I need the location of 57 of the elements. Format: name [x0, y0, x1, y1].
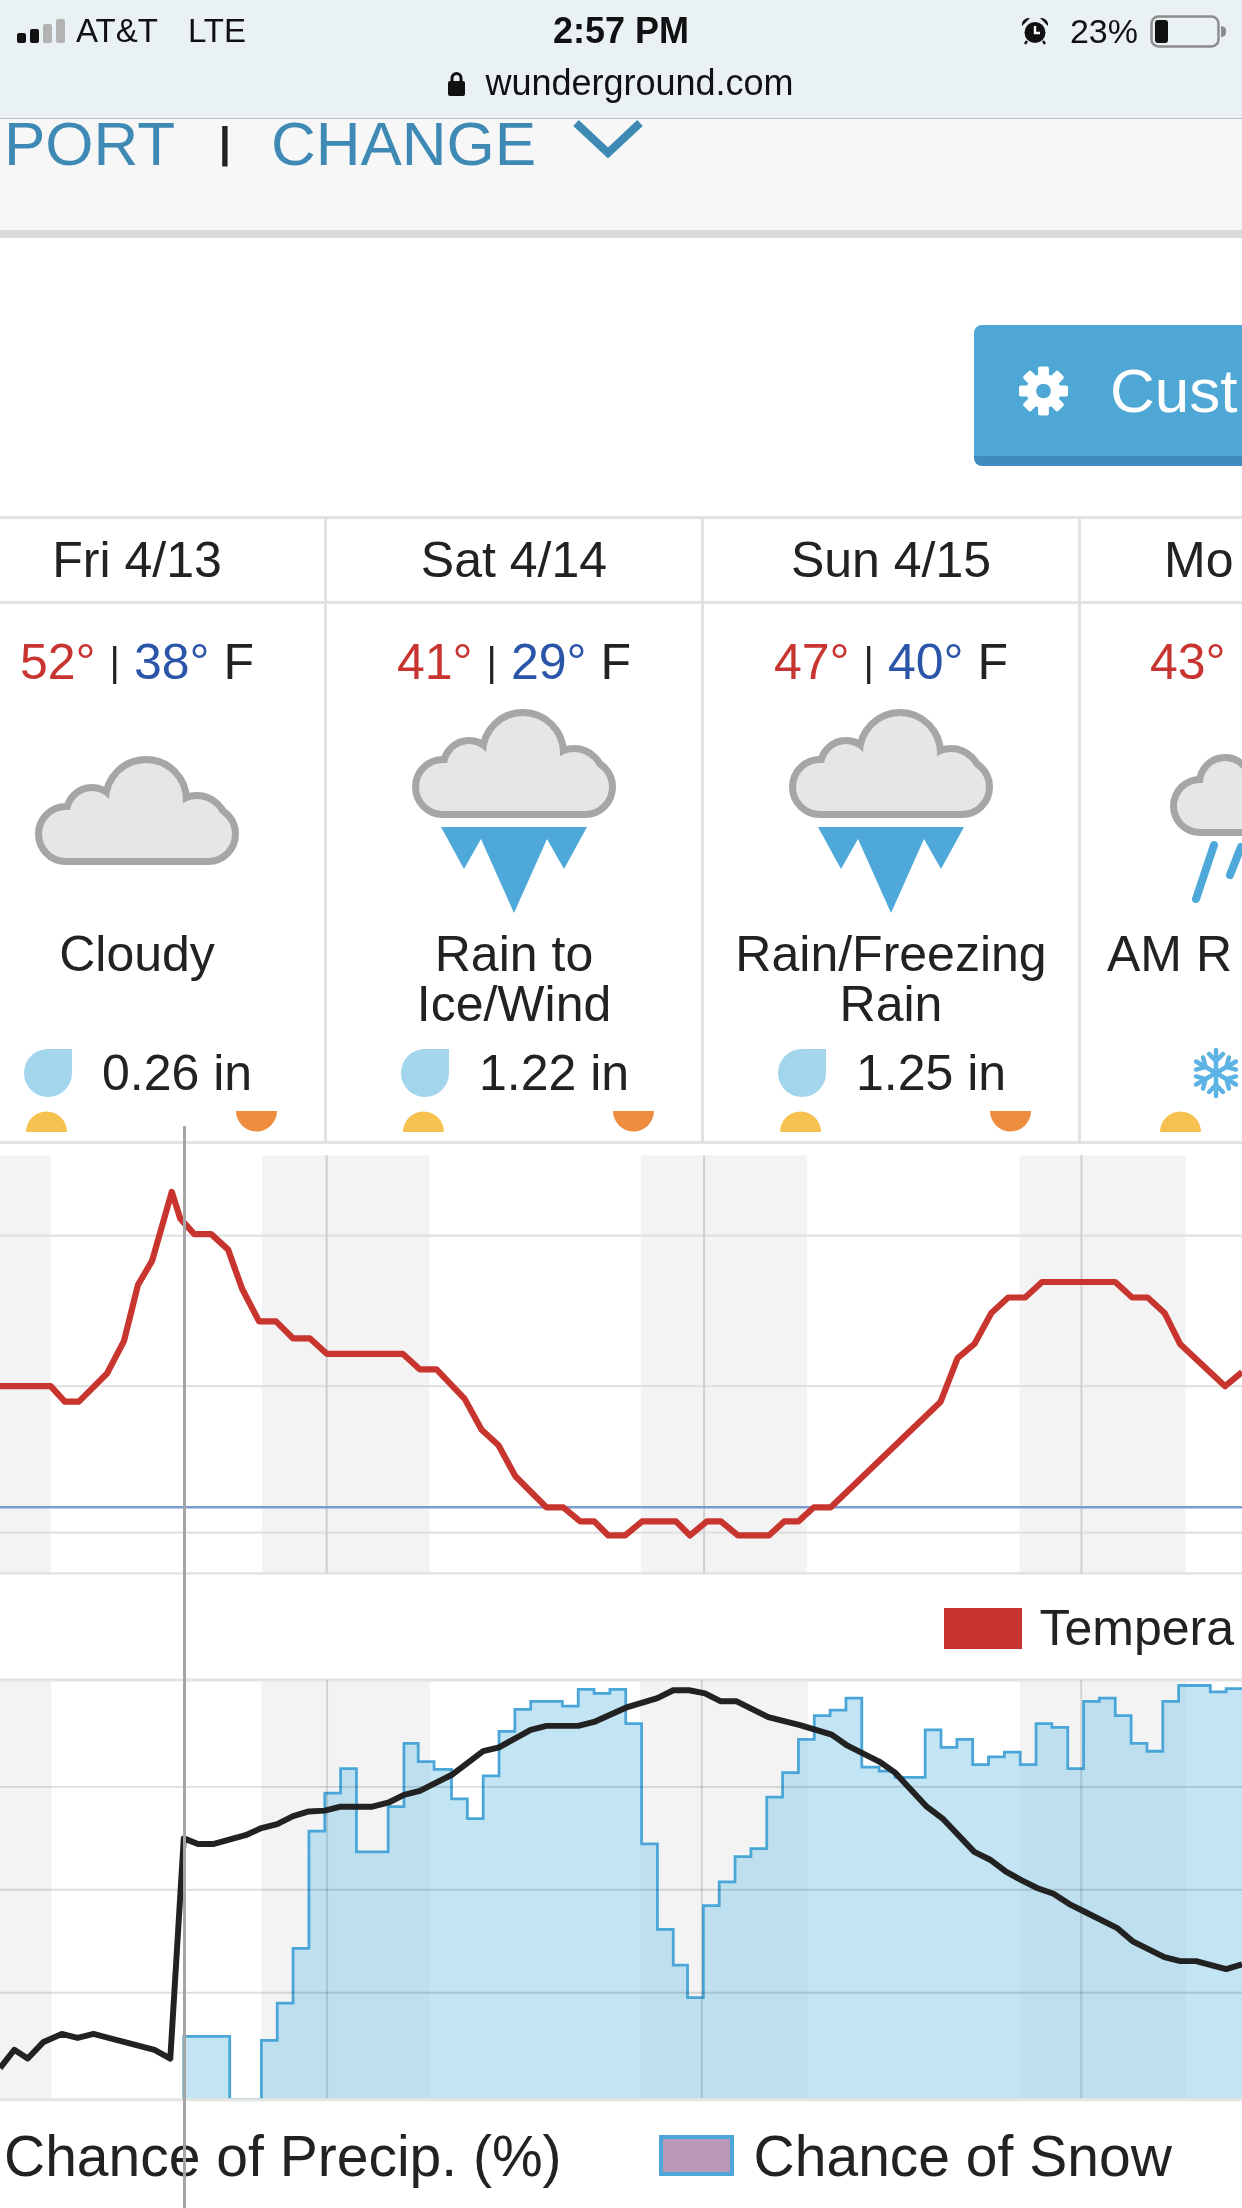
cloud-icicles-icon: [411, 708, 617, 913]
low-temp: 29°: [510, 633, 587, 691]
high-temp: 43°: [1150, 633, 1226, 691]
temp-unit: F: [977, 633, 1009, 691]
customize-button[interactable]: Cust: [974, 325, 1242, 466]
cloud-icon: [34, 755, 240, 866]
day-label: Sat 4/14: [420, 531, 608, 589]
day-label: Mo: [1164, 531, 1234, 589]
low-temp: 38°: [133, 633, 210, 691]
sunset-icon: [236, 1111, 277, 1132]
low-temp: 40°: [887, 633, 964, 691]
raindrop-icon: [21, 1048, 74, 1098]
day-label: Sun 4/15: [790, 531, 992, 589]
high-temp: 52°: [19, 633, 96, 691]
carrier-label: AT&T: [76, 12, 158, 50]
legend-label: Chance of Snow: [753, 2122, 1172, 2189]
raindrop-icon: [775, 1048, 828, 1098]
lock-icon: [448, 70, 466, 96]
legend-label: Tempera: [1039, 1599, 1234, 1657]
time-label: 2:57 PM: [552, 10, 690, 52]
sunrise-icon: [1160, 1111, 1201, 1132]
battery-icon: [1150, 14, 1226, 48]
temp-divider: |: [863, 639, 874, 685]
raindrop-icon: [398, 1048, 451, 1098]
temp-unit: F: [223, 633, 255, 691]
cloud-icicles-icon: [788, 708, 994, 913]
sunrise-icon: [780, 1111, 821, 1132]
condition-label: Rain/Freezing Rain: [735, 926, 1047, 1032]
temp-divider: |: [486, 639, 497, 685]
network-label: LTE: [187, 12, 246, 50]
temp-divider: |: [109, 639, 120, 685]
day-label: Fri 4/13: [52, 531, 222, 589]
condition-label: Cloudy: [59, 926, 215, 982]
precip-amount: 0.26 in: [101, 1044, 253, 1102]
alarm-clock-icon: [1020, 17, 1049, 45]
battery-percent: 23%: [1069, 11, 1138, 51]
sunset-icon: [613, 1111, 654, 1132]
sunrise-icon: [26, 1111, 67, 1132]
sunrise-icon: [403, 1111, 444, 1132]
legend-swatch-icon: [944, 1607, 1023, 1649]
nav-link[interactable]: CHANGE: [270, 119, 645, 169]
nav-link[interactable]: PORT: [4, 119, 176, 169]
signal-icon: [17, 19, 65, 43]
precip-amount: 1.22 in: [478, 1044, 630, 1102]
temp-unit: F: [600, 633, 632, 691]
url-label: wunderground.com: [485, 62, 794, 104]
high-temp: 47°: [773, 633, 850, 691]
precip-amount: 1.25 in: [855, 1044, 1007, 1102]
condition-label: Rain to Ice/Wind: [416, 926, 612, 1032]
gear-icon: [1018, 364, 1069, 417]
sunset-icon: [990, 1111, 1031, 1132]
legend-swatch-icon: [658, 2135, 734, 2177]
condition-label: AM R: [1107, 926, 1232, 982]
high-temp: 41°: [396, 633, 473, 691]
legend-label: Chance of Precip. (%): [4, 2122, 562, 2189]
nav-separator: |: [219, 119, 231, 167]
chevron-down-icon: [572, 119, 645, 158]
